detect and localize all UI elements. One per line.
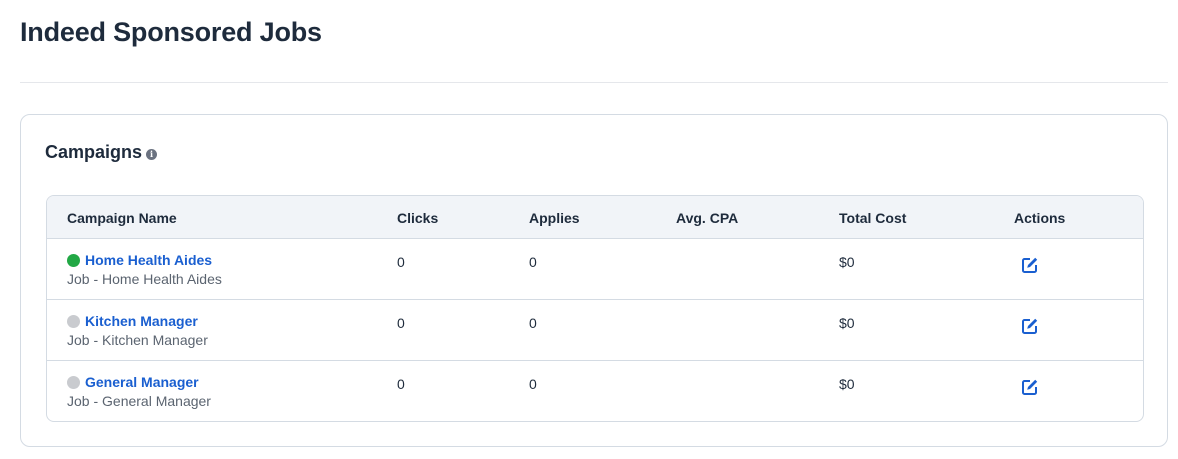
page: Indeed Sponsored Jobs Campaigns i Campai… xyxy=(0,0,1178,459)
clicks-value: 0 xyxy=(397,254,405,270)
edit-icon[interactable] xyxy=(1020,255,1040,275)
campaign-name-cell: General Manager xyxy=(67,374,199,390)
edit-icon[interactable] xyxy=(1020,316,1040,336)
info-icon[interactable]: i xyxy=(146,148,158,160)
col-actions: Actions xyxy=(1014,210,1066,226)
edit-icon-glyph xyxy=(1022,257,1038,273)
edit-icon[interactable] xyxy=(1020,377,1040,397)
total-cost-value: $0 xyxy=(839,254,855,270)
total-cost-value: $0 xyxy=(839,376,855,392)
applies-value: 0 xyxy=(529,315,537,331)
col-avg-cpa[interactable]: Avg. CPA xyxy=(676,210,738,226)
edit-icon-glyph xyxy=(1022,318,1038,334)
table-row: Home Health Aides Job - Home Health Aide… xyxy=(47,239,1143,300)
status-dot xyxy=(67,253,80,267)
divider xyxy=(20,82,1168,83)
applies-value: 0 xyxy=(529,376,537,392)
edit-icon-glyph xyxy=(1022,379,1038,395)
campaign-subtitle: Job - Kitchen Manager xyxy=(67,332,208,348)
table-row: General Manager Job - General Manager 0 … xyxy=(47,361,1143,421)
campaign-name-cell: Home Health Aides xyxy=(67,252,212,268)
status-dot xyxy=(67,314,80,328)
campaigns-title: Campaigns xyxy=(45,142,143,162)
col-clicks[interactable]: Clicks xyxy=(397,210,438,226)
table-body: Home Health Aides Job - Home Health Aide… xyxy=(47,239,1143,421)
campaigns-card: Campaigns i Campaign Name Clicks Applies… xyxy=(20,114,1168,447)
clicks-value: 0 xyxy=(397,315,405,331)
campaign-subtitle: Job - Home Health Aides xyxy=(67,271,222,287)
table-row: Kitchen Manager Job - Kitchen Manager 0 … xyxy=(47,300,1143,361)
table-header: Campaign Name Clicks Applies Avg. CPA To… xyxy=(47,196,1143,239)
campaign-link[interactable]: Home Health Aides xyxy=(85,252,212,268)
clicks-value: 0 xyxy=(397,376,405,392)
status-dot xyxy=(67,375,80,389)
col-campaign-name[interactable]: Campaign Name xyxy=(67,210,177,226)
campaigns-heading: Campaigns i xyxy=(45,142,158,163)
campaign-link[interactable]: Kitchen Manager xyxy=(85,313,198,329)
col-applies[interactable]: Applies xyxy=(529,210,580,226)
page-title: Indeed Sponsored Jobs xyxy=(20,17,322,47)
col-total-cost[interactable]: Total Cost xyxy=(839,210,906,226)
campaign-subtitle: Job - General Manager xyxy=(67,393,211,409)
campaigns-table: Campaign Name Clicks Applies Avg. CPA To… xyxy=(46,195,1144,422)
total-cost-value: $0 xyxy=(839,315,855,331)
applies-value: 0 xyxy=(529,254,537,270)
campaign-link[interactable]: General Manager xyxy=(85,374,199,390)
campaign-name-cell: Kitchen Manager xyxy=(67,313,198,329)
